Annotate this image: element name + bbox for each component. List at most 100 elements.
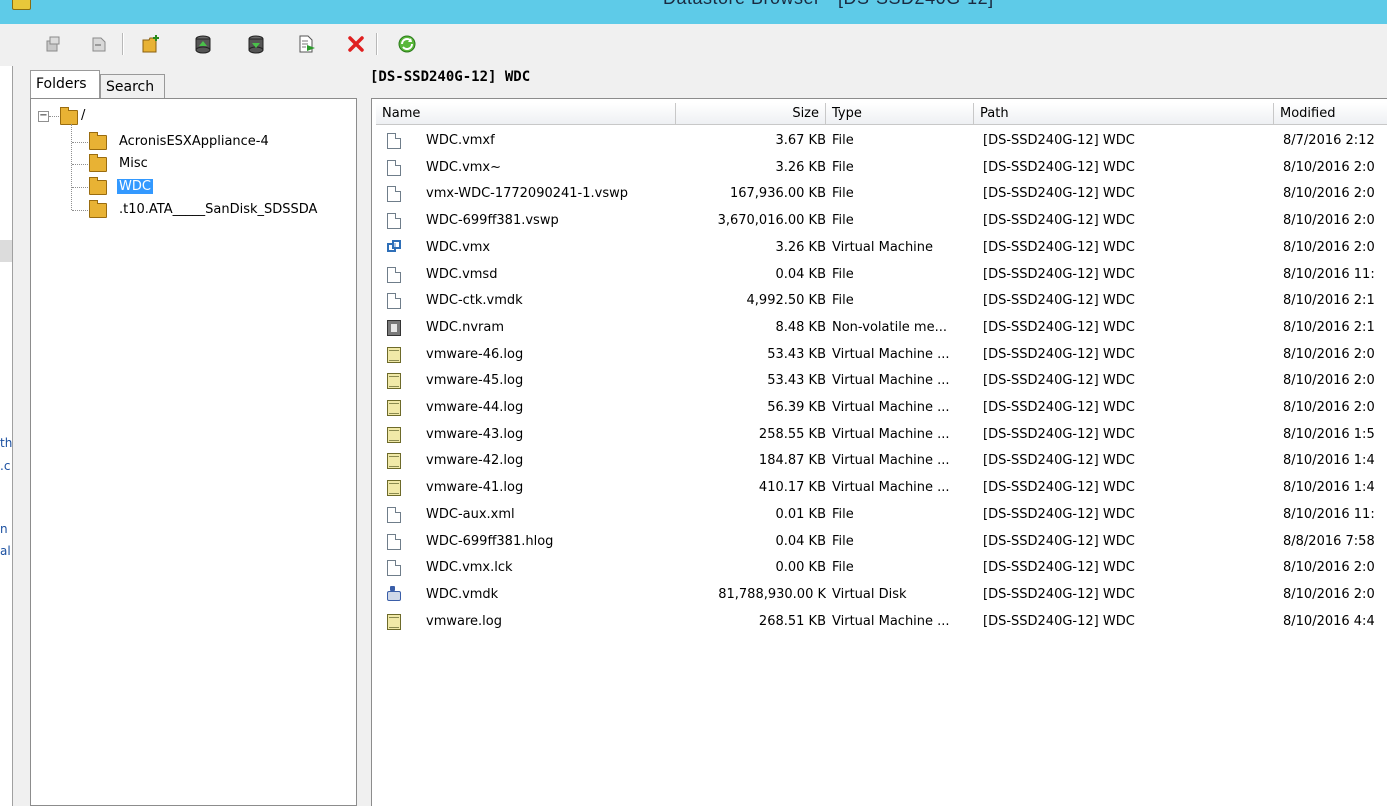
log-file-icon: [387, 453, 401, 470]
table-row[interactable]: WDC-aux.xml 0.01 KB File [DS-SSD240G-12] WD…: [372, 502, 1387, 528]
file-path: [DS-SSD240G-12] WDC: [983, 453, 1135, 469]
file-type: File: [832, 159, 854, 175]
file-type: File: [832, 266, 854, 282]
file-name: WDC-ctk.vmdk: [426, 293, 523, 309]
file-name: WDC-699ff381.vswp: [426, 213, 559, 229]
tab-folders[interactable]: Folders: [30, 70, 100, 98]
download-icon[interactable]: [243, 32, 269, 56]
table-header: Name Size Type Path Modified: [372, 103, 1387, 125]
table-row[interactable]: vmware-46.log 53.43 KB Virtual Machine ...…: [372, 342, 1387, 368]
file-modified: 8/10/2016 2:0: [1283, 346, 1375, 362]
file-path: [DS-SSD240G-12] WDC: [983, 400, 1135, 415]
tree-item-wdc[interactable]: WDC: [117, 176, 153, 198]
file-path: [DS-SSD240G-12] WDC: [983, 266, 1135, 282]
table-row[interactable]: vmware-42.log 184.87 KB Virtual Machine ..…: [372, 448, 1387, 474]
file-icon: [387, 159, 401, 176]
move-icon[interactable]: [86, 32, 112, 56]
table-row[interactable]: WDC-699ff381.vswp 3,670,016.00 KB File [DS-…: [372, 208, 1387, 234]
file-type: Virtual Machine ...: [832, 613, 950, 629]
file-path: [DS-SSD240G-12] WDC: [983, 319, 1135, 335]
file-path: [DS-SSD240G-12] WDC: [983, 373, 1135, 389]
tree-item-acronisesxappliance-4[interactable]: AcronisESXAppliance-4: [119, 131, 269, 153]
tree-root[interactable]: /: [81, 105, 85, 127]
table-row[interactable]: vmware.log 268.51 KB Virtual Machine ... [D…: [372, 609, 1387, 635]
column-header-modified[interactable]: Modified: [1274, 103, 1387, 125]
table-row[interactable]: WDC.nvram 8.48 KB Non-volatile me... [DS-SS…: [372, 315, 1387, 341]
file-type: File: [832, 213, 854, 229]
file-name: WDC.vmx.lck: [426, 560, 513, 576]
file-type: Virtual Machine ...: [832, 400, 950, 415]
file-modified: 8/10/2016 1:4: [1283, 453, 1375, 469]
upload-icon[interactable]: [190, 32, 216, 56]
current-path: [DS-SSD240G-12] WDC: [370, 69, 531, 85]
tab-search[interactable]: Search: [100, 74, 165, 98]
file-path: [DS-SSD240G-12] WDC: [983, 346, 1135, 362]
file-icon: [387, 186, 401, 203]
table-row[interactable]: vmx-WDC-1772090241-1.vswp 167,936.00 KB Fi…: [372, 181, 1387, 207]
table-row[interactable]: WDC.vmdk 81,788,930.00 K Virtual Disk [DS-S…: [372, 582, 1387, 608]
fragment-text: .c: [0, 459, 11, 473]
virtual-disk-icon: [387, 585, 401, 601]
file-path: [DS-SSD240G-12] WDC: [983, 239, 1135, 255]
column-header-type[interactable]: Type: [826, 103, 974, 125]
file-size: 268.51 KB: [758, 613, 826, 629]
new-folder-icon[interactable]: [138, 32, 164, 56]
table-row[interactable]: vmware-45.log 53.43 KB Virtual Machine ...…: [372, 368, 1387, 394]
column-header-size[interactable]: Size: [676, 103, 826, 125]
tree-item-t10-ata-sandisk[interactable]: .t10.ATA_____SanDisk_SDSSDA: [119, 199, 317, 221]
file-modified: 8/10/2016 2:1: [1283, 319, 1375, 335]
file-modified: 8/10/2016 11:: [1283, 266, 1375, 282]
table-row[interactable]: WDC.vmx.lck 0.00 KB File [DS-SSD240G-12] WD…: [372, 555, 1387, 581]
table-row[interactable]: WDC.vmxf 3.67 KB File [DS-SSD240G-12] WDC 8/…: [372, 128, 1387, 154]
log-file-icon: [387, 480, 401, 497]
table-row[interactable]: vmware-44.log 56.39 KB Virtual Machine ...…: [372, 395, 1387, 421]
folder-icon: [89, 154, 107, 172]
file-name: WDC.vmx: [426, 239, 491, 255]
log-file-icon: [387, 346, 401, 363]
file-path: [DS-SSD240G-12] WDC: [983, 133, 1135, 148]
file-modified: 8/10/2016 1:4: [1283, 480, 1375, 496]
panel-splitter[interactable]: [357, 98, 371, 806]
file-type: Virtual Machine ...: [832, 426, 950, 442]
file-size: 3.26 KB: [775, 239, 826, 255]
tree-item-misc[interactable]: Misc: [119, 153, 148, 175]
table-row[interactable]: WDC.vmx~ 3.26 KB File [DS-SSD240G-12] WDC 8/…: [372, 155, 1387, 181]
table-row[interactable]: vmware-43.log 258.55 KB Virtual Machine ..…: [372, 422, 1387, 448]
file-name: WDC-aux.xml: [426, 506, 515, 522]
file-name: WDC.vmx~: [426, 159, 502, 175]
table-row[interactable]: WDC.vmx 3.26 KB Virtual Machine [DS-SSD240G…: [372, 235, 1387, 261]
collapse-icon[interactable]: −: [38, 111, 49, 122]
file-path: [DS-SSD240G-12] WDC: [983, 159, 1135, 175]
file-size: 53.43 KB: [767, 346, 826, 362]
table-row[interactable]: WDC.vmsd 0.04 KB File [DS-SSD240G-12] WDC 8/…: [372, 262, 1387, 288]
file-size: 167,936.00 KB: [729, 186, 826, 202]
browse-datastore-icon[interactable]: [40, 32, 66, 56]
column-header-name[interactable]: Name: [376, 103, 676, 125]
table-row[interactable]: WDC-699ff381.hlog 0.04 KB File [DS-SSD240G-…: [372, 529, 1387, 555]
tree-item-label: WDC: [117, 179, 153, 194]
register-vm-icon[interactable]: [294, 32, 320, 56]
file-modified: 8/10/2016 2:0: [1283, 186, 1375, 202]
file-type: Virtual Machine ...: [832, 346, 950, 362]
app-icon: [12, 0, 31, 10]
file-size: 0.00 KB: [775, 560, 826, 576]
file-modified: 8/10/2016 2:0: [1283, 586, 1375, 602]
log-file-icon: [387, 400, 401, 416]
file-name: WDC.vmsd: [426, 266, 498, 282]
file-type: File: [832, 133, 854, 148]
fragment-text: th: [0, 436, 12, 450]
column-header-path[interactable]: Path: [974, 103, 1274, 125]
log-file-icon: [387, 613, 401, 630]
delete-icon[interactable]: [343, 32, 369, 56]
table-row[interactable]: vmware-41.log 410.17 KB Virtual Machine ..…: [372, 475, 1387, 501]
refresh-icon[interactable]: [394, 32, 420, 56]
background-window-edge: th .c n al: [0, 66, 13, 806]
file-icon: [387, 560, 401, 577]
table-row[interactable]: WDC-ctk.vmdk 4,992.50 KB File [DS-SSD240G-1…: [372, 288, 1387, 314]
file-modified: 8/10/2016 2:0: [1283, 213, 1375, 229]
folder-icon: [89, 200, 107, 218]
file-modified: 8/10/2016 2:0: [1283, 560, 1375, 576]
file-name: vmware-41.log: [426, 480, 524, 496]
file-size: 410.17 KB: [758, 480, 826, 496]
file-modified: 8/7/2016 2:12: [1283, 133, 1375, 148]
